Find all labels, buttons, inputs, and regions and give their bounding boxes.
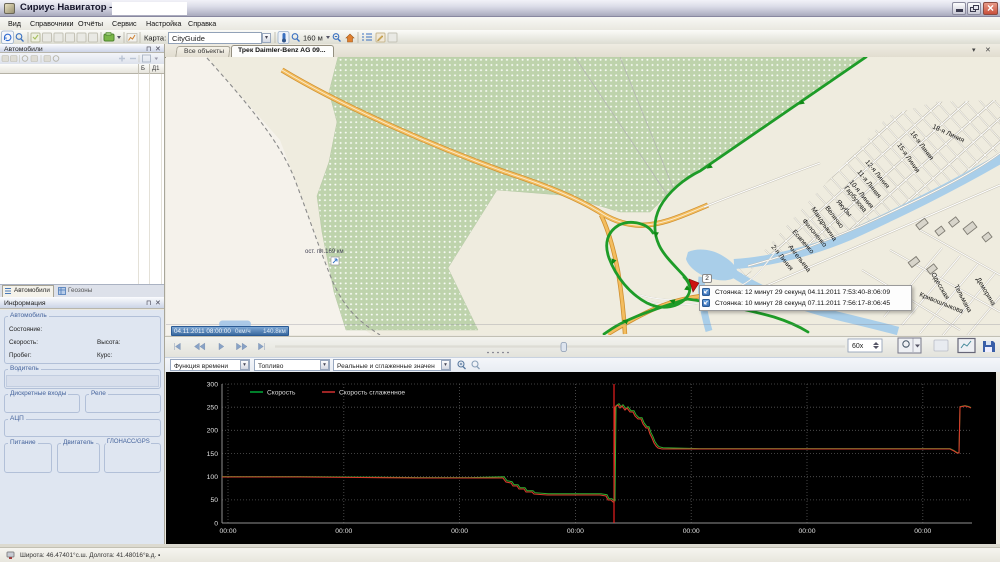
svg-text:150: 150 <box>207 451 219 458</box>
svg-text:00:00: 00:00 <box>914 528 931 535</box>
svg-text:300: 300 <box>207 381 219 388</box>
svg-text:00:00: 00:00 <box>451 528 468 535</box>
svg-text:100: 100 <box>207 474 219 481</box>
svg-text:0: 0 <box>214 520 218 527</box>
svg-text:Скорость: Скорость <box>267 390 296 397</box>
svg-text:00:00: 00:00 <box>335 528 352 535</box>
svg-text:160 м: 160 м <box>303 34 323 43</box>
svg-text:60x: 60x <box>852 343 864 350</box>
svg-text:00:00: 00:00 <box>798 528 815 535</box>
svg-text:00:00: 00:00 <box>219 528 236 535</box>
svg-text:Карта:: Карта: <box>144 34 166 43</box>
svg-text:00:00: 00:00 <box>567 528 584 535</box>
svg-text:50: 50 <box>210 497 218 504</box>
svg-text:250: 250 <box>207 405 219 412</box>
svg-text:200: 200 <box>207 428 219 435</box>
svg-text:ост. пл.169 км: ост. пл.169 км <box>305 249 344 255</box>
svg-text:Скорость сглаженное: Скорость сглаженное <box>339 390 405 397</box>
svg-text:00:00: 00:00 <box>683 528 700 535</box>
